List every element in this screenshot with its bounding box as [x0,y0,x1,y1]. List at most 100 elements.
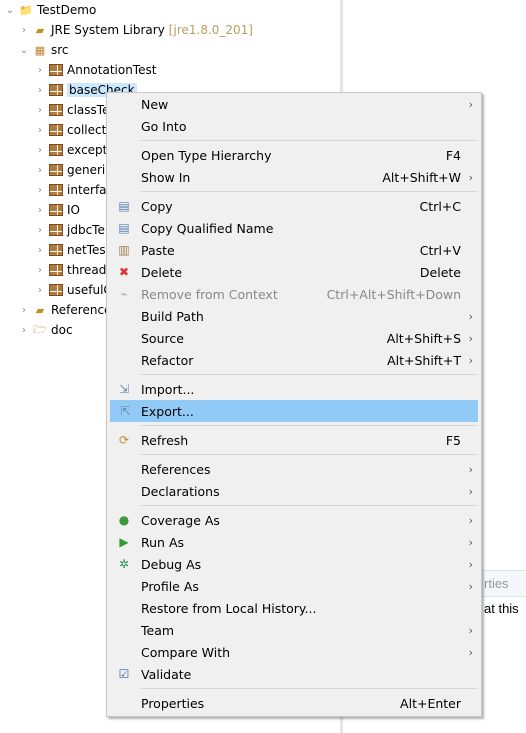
menu-item-team[interactable]: Team › [107,619,481,641]
menu-item-new[interactable]: New › [107,93,481,115]
tree-item[interactable]: › usefulC [34,280,112,300]
chevron-right-icon[interactable]: › [18,25,30,36]
properties-tab-label: rties [484,576,509,591]
menu-shortcut: Ctrl+Alt+Shift+Down [326,286,461,302]
menu-separator [107,422,481,429]
menu-item-copy-qualified-name[interactable]: ▤ Copy Qualified Name [107,217,481,239]
menu-item-open-type-hierarchy[interactable]: Open Type Hierarchy F4 [107,144,481,166]
menu-item-label: Go Into [141,118,187,134]
copy-icon: ▤ [118,199,130,213]
menu-item-label: Delete [141,264,183,280]
menu-item-show-in[interactable]: Show In Alt+Shift+W › [107,166,481,188]
library-icon: ▰ [35,23,45,37]
tree-item-label: src [51,43,69,57]
submenu-arrow-icon: › [468,97,473,111]
submenu-arrow-icon: › [468,170,473,184]
tree-item[interactable]: › netTes [34,240,106,260]
tree-item[interactable]: › jdbcTe [34,220,105,240]
menu-item-source[interactable]: Source Alt+Shift+S › [107,327,481,349]
tree-item-label: thread [67,263,107,277]
menu-item-references[interactable]: References › [107,458,481,480]
chevron-right-icon[interactable]: › [34,145,46,156]
chevron-right-icon[interactable]: › [34,165,46,176]
menu-item-label: Import... [141,381,195,397]
menu-shortcut: Alt+Shift+W [382,169,461,185]
delete-icon: ✖ [118,265,130,279]
menu-item-copy[interactable]: ▤ Copy Ctrl+C [107,195,481,217]
chevron-right-icon[interactable]: › [34,205,46,216]
tree-item[interactable]: ⌄ ▦ src [18,40,69,60]
menu-item-build-path[interactable]: Build Path › [107,305,481,327]
chevron-right-icon[interactable]: › [34,245,46,256]
tree-item[interactable]: › generi [34,160,105,180]
menu-item-refactor[interactable]: Refactor Alt+Shift+T › [107,349,481,371]
submenu-arrow-icon: › [468,513,473,527]
menu-item-profile-as[interactable]: Profile As › [107,575,481,597]
tree-item-label: TestDemo [37,3,97,17]
menu-item-remove-from-context: ⌁ Remove from Context Ctrl+Alt+Shift+Down [107,283,481,305]
tree-item[interactable]: › AnnotationTest [34,60,156,80]
menu-item-label: Remove from Context [141,286,278,302]
chevron-right-icon[interactable]: › [34,125,46,136]
tree-item[interactable]: › interfa [34,180,107,200]
chevron-right-icon[interactable]: › [34,65,46,76]
tree-item-label: generi [67,163,106,177]
tree-item[interactable]: › ▰ JRE System Library [jre1.8.0_201] [18,20,253,40]
tree-item-label: collect [67,123,107,137]
menu-item-label: Show In [141,169,191,185]
menu-item-run-as[interactable]: ▶ Run As › [107,531,481,553]
tree-item-label: except [67,143,108,157]
tree-item[interactable]: › ▰ Reference [18,300,111,320]
tree-item-label: Reference [51,303,112,317]
tree-item[interactable]: › IO [34,200,80,220]
menu-item-export[interactable]: ⇱ Export... [110,400,478,422]
library-icon: ▰ [35,303,45,317]
chevron-right-icon[interactable]: › [34,285,46,296]
package-icon [48,123,64,137]
chevron-down-icon[interactable]: ⌄ [4,5,16,16]
menu-item-declarations[interactable]: Declarations › [107,480,481,502]
chevron-right-icon[interactable]: › [18,325,30,336]
menu-item-validate[interactable]: ☑ Validate [107,663,481,685]
chevron-right-icon[interactable]: › [34,85,46,96]
menu-item-label: Source [141,330,184,346]
menu-item-paste[interactable]: ▥ Paste Ctrl+V [107,239,481,261]
menu-shortcut: Ctrl+C [419,198,461,214]
submenu-arrow-icon: › [468,579,473,593]
tree-item[interactable]: › classTe [34,100,109,120]
tree-item[interactable]: › thread [34,260,106,280]
menu-item-coverage-as[interactable]: ● Coverage As › [107,509,481,531]
chevron-right-icon[interactable]: › [34,265,46,276]
menu-item-restore-from-local-history[interactable]: Restore from Local History... [107,597,481,619]
chevron-right-icon[interactable]: › [34,105,46,116]
menu-item-delete[interactable]: ✖ Delete Delete [107,261,481,283]
package-icon [48,203,64,217]
menu-shortcut: F5 [445,432,461,448]
chevron-right-icon[interactable]: › [18,305,30,316]
tree-item-label: IO [67,203,80,217]
menu-shortcut: Alt+Enter [400,695,461,711]
package-icon [48,243,64,257]
tree-item[interactable]: ⌄ 📁 TestDemo [4,0,97,20]
copy-qualified-icon: ▤ [118,221,130,235]
coverage-icon: ● [118,513,130,527]
submenu-arrow-icon: › [468,309,473,323]
chevron-right-icon[interactable]: › [34,225,46,236]
chevron-down-icon[interactable]: ⌄ [18,45,30,56]
menu-item-refresh[interactable]: ⟳ Refresh F5 [107,429,481,451]
menu-item-label: Validate [141,666,192,682]
menu-item-compare-with[interactable]: Compare With › [107,641,481,663]
menu-item-debug-as[interactable]: ✲ Debug As › [107,553,481,575]
menu-item-import[interactable]: ⇲ Import... [107,378,481,400]
menu-item-go-into[interactable]: Go Into [107,115,481,137]
panel-text: at this [484,601,519,616]
tree-item[interactable]: › 🗁 doc [18,320,73,340]
menu-item-properties[interactable]: Properties Alt+Enter [107,692,481,714]
tree-item[interactable]: › collect [34,120,106,140]
tree-item[interactable]: › except [34,140,107,160]
menu-item-label: New [141,96,169,112]
chevron-right-icon[interactable]: › [34,185,46,196]
submenu-arrow-icon: › [468,535,473,549]
tree-item-label: jdbcTe [67,223,105,237]
properties-tab[interactable]: rties [482,571,526,597]
